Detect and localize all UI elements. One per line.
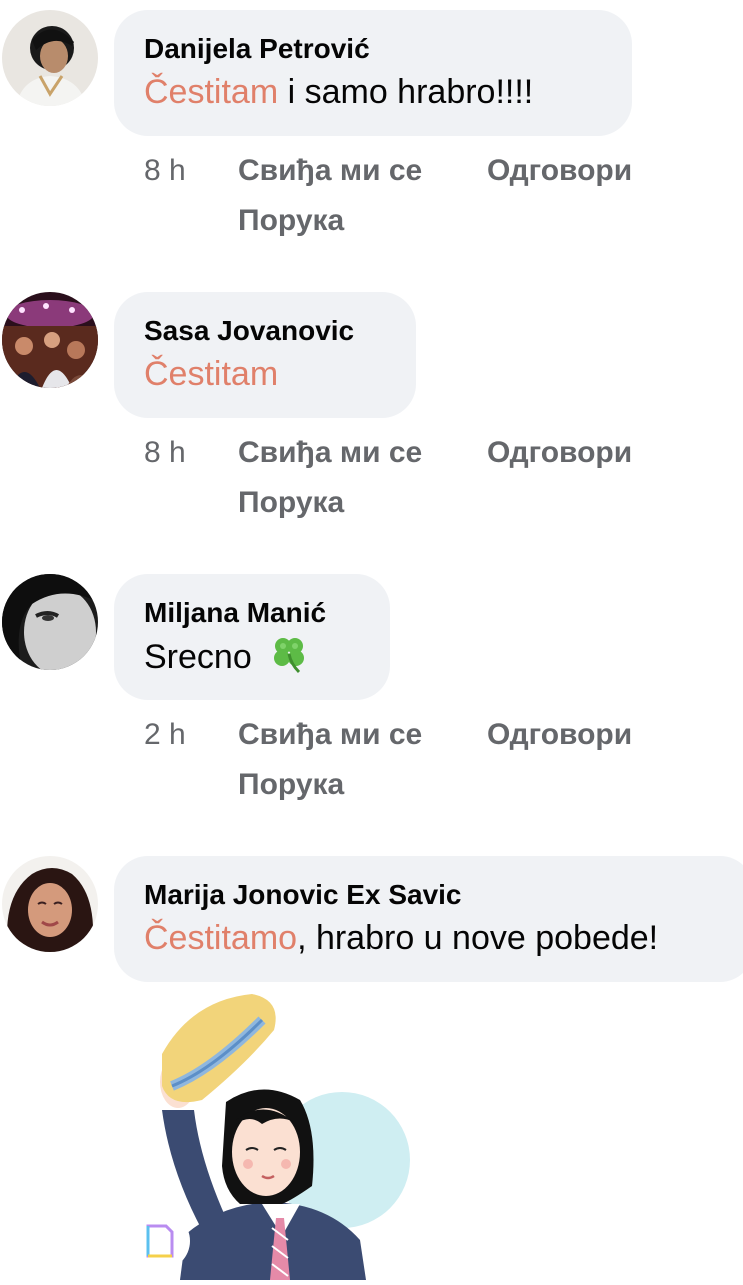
four-leaf-clover-icon [269, 634, 309, 685]
like-button[interactable]: Свиђа ми се [238, 718, 422, 752]
comment-text: Srecno [144, 634, 358, 685]
sticker-badge-icon [132, 1212, 190, 1270]
comment-text: Čestitam i samo hrabro!!!! [144, 73, 534, 111]
reply-button[interactable]: Одговори [487, 436, 632, 470]
comment-author[interactable]: Danijela Petrović [144, 32, 600, 66]
keyword-highlight[interactable]: Čestitam [144, 73, 278, 111]
comment-time[interactable]: 2 h [144, 718, 186, 752]
avatar[interactable] [2, 292, 98, 388]
message-button[interactable]: Порука [238, 204, 344, 238]
message-button[interactable]: Порука [238, 486, 344, 520]
comment-author[interactable]: Sasa Jovanovic [144, 314, 384, 348]
message-button[interactable]: Порука [238, 768, 344, 802]
comment-text: Čestitam [144, 352, 384, 396]
comment-author[interactable]: Marija Jonovic Ex Savic [144, 878, 722, 912]
comment-author[interactable]: Miljana Manić [144, 596, 358, 630]
comment-bubble: Marija Jonovic Ex Savic Čestitamo, hrabr… [114, 856, 743, 982]
reply-button[interactable]: Одговори [487, 154, 632, 188]
avatar[interactable] [2, 574, 98, 670]
reply-button[interactable]: Одговори [487, 718, 632, 752]
keyword-highlight[interactable]: Čestitam [144, 355, 278, 393]
like-button[interactable]: Свиђа ми се [238, 154, 422, 188]
like-button[interactable]: Свиђа ми се [238, 436, 422, 470]
comment-bubble: Miljana Manić Srecno [114, 574, 390, 700]
keyword-highlight[interactable]: Čestitamo [144, 919, 297, 957]
comment-time[interactable]: 8 h [144, 436, 186, 470]
comment-bubble: Danijela Petrović Čestitam i samo hrabro… [114, 10, 632, 136]
comment-bubble: Sasa Jovanovic Čestitam [114, 292, 416, 418]
avatar[interactable] [2, 10, 98, 106]
comment-text: Čestitamo, hrabro u nove pobede! [144, 919, 659, 957]
avatar[interactable] [2, 856, 98, 952]
comment-time[interactable]: 8 h [144, 154, 186, 188]
